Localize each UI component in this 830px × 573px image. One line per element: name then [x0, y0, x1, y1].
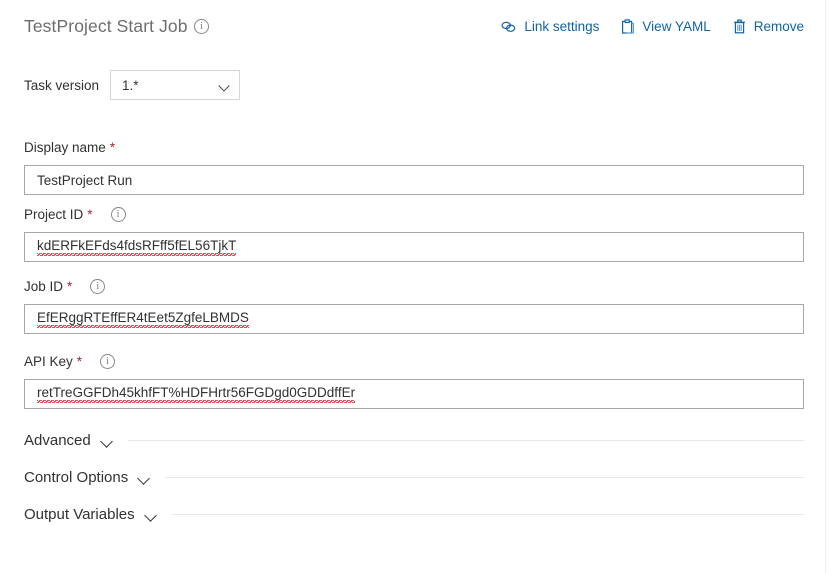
- link-chain-icon: [501, 20, 517, 34]
- info-circle-icon: [110, 206, 126, 222]
- required-asterisk: *: [87, 206, 93, 222]
- job-id-info-icon[interactable]: [90, 278, 106, 294]
- task-editor-panel: TestProject Start Job Link settings: [0, 0, 826, 573]
- required-asterisk: *: [109, 139, 116, 155]
- project-id-input[interactable]: kdERFkEFds4fdsRFff5fEL56TjkT: [24, 232, 804, 262]
- section-output-variables-label: Output Variables: [24, 506, 135, 523]
- api-key-label: API Key *: [24, 352, 804, 370]
- view-yaml-button[interactable]: View YAML: [621, 18, 711, 36]
- info-circle-icon: [100, 353, 116, 369]
- display-name-label-text: Display name: [24, 139, 106, 155]
- job-id-input[interactable]: EfERggRTEffER4tEet5ZgfeLBMDS: [24, 304, 804, 334]
- task-header: TestProject Start Job Link settings: [0, 16, 826, 46]
- section-control-options-label: Control Options: [24, 469, 129, 486]
- project-id-label: Project ID *: [24, 205, 804, 223]
- job-id-value: EfERggRTEffER4tEet5ZgfeLBMDS: [37, 310, 249, 328]
- title-info-icon[interactable]: [194, 19, 209, 39]
- api-key-info-icon[interactable]: [100, 353, 116, 369]
- link-settings-label: Link settings: [524, 19, 600, 34]
- display-name-input[interactable]: TestProject Run: [24, 165, 804, 195]
- display-name-value: TestProject Run: [37, 172, 133, 188]
- chevron-down-icon: [138, 474, 151, 482]
- view-yaml-label: View YAML: [642, 19, 711, 34]
- link-settings-button[interactable]: Link settings: [501, 18, 599, 36]
- field-job-id: Job ID * EfERggRTEffER4tEet5ZgfeLBMDS: [24, 277, 804, 334]
- info-circle-icon: [90, 278, 106, 294]
- api-key-input[interactable]: retTreGGFDh45khfFT% HDFHrtr56FGDgd0GDDdff…: [24, 379, 804, 409]
- field-display-name: Display name * TestProject Run: [24, 138, 804, 195]
- field-project-id: Project ID * kdERFkEFds4fdsRFff5fEL56Tjk…: [24, 205, 804, 262]
- project-id-info-icon[interactable]: [110, 206, 126, 222]
- chevron-down-icon: [219, 82, 230, 89]
- section-advanced[interactable]: Advanced: [24, 432, 804, 449]
- api-key-value-part2: HDFHrtr56FGDgd0GDDdffEr: [180, 385, 356, 403]
- project-id-value: kdERFkEFds4fdsRFff5fEL56TjkT: [37, 238, 237, 256]
- api-key-label-text: API Key: [24, 353, 73, 369]
- chevron-down-icon: [101, 437, 114, 445]
- remove-label: Remove: [753, 19, 804, 34]
- section-divider: [171, 514, 804, 515]
- section-divider: [127, 440, 804, 441]
- task-version-label: Task version: [24, 77, 100, 93]
- section-control-options[interactable]: Control Options: [24, 469, 804, 486]
- clipboard-icon: [621, 19, 635, 35]
- section-output-variables[interactable]: Output Variables: [24, 506, 804, 523]
- trash-icon: [733, 19, 747, 35]
- required-asterisk: *: [67, 278, 73, 294]
- task-version-value: 1.*: [122, 77, 139, 93]
- task-version-row: Task version 1.*: [24, 70, 241, 100]
- api-key-value-part1: retTreGGFDh45khfFT%: [37, 385, 181, 403]
- task-version-select[interactable]: 1.*: [110, 70, 241, 100]
- section-divider: [165, 477, 804, 478]
- project-id-label-text: Project ID: [24, 206, 84, 222]
- section-advanced-label: Advanced: [24, 432, 91, 449]
- display-name-label: Display name *: [24, 138, 804, 156]
- job-id-label-text: Job ID: [24, 278, 64, 294]
- page-title: TestProject Start Job: [24, 16, 188, 36]
- info-circle-icon: [194, 19, 209, 34]
- remove-button[interactable]: Remove: [733, 18, 804, 36]
- field-api-key: API Key * retTreGGFDh45khfFT%HDFHrtr56FG…: [24, 352, 804, 409]
- job-id-label: Job ID *: [24, 277, 804, 295]
- header-actions: Link settings View YAML Remove: [501, 18, 804, 36]
- chevron-down-icon: [145, 511, 158, 519]
- required-asterisk: *: [76, 353, 83, 369]
